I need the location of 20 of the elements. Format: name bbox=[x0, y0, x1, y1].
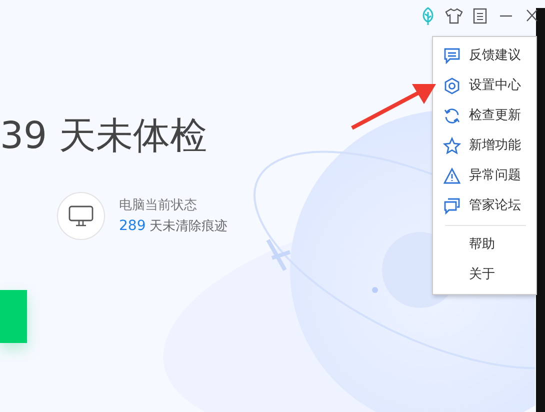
monitor-icon bbox=[68, 205, 94, 227]
menu-item[interactable]: 帮助 bbox=[433, 230, 536, 260]
star-icon bbox=[443, 137, 461, 155]
days-count: 289 bbox=[119, 216, 146, 236]
warning-icon bbox=[443, 167, 461, 185]
shirt-icon[interactable] bbox=[444, 6, 464, 26]
chat-icon bbox=[443, 197, 461, 215]
menu-item[interactable]: 反馈建议 bbox=[433, 41, 536, 71]
unchecked-days-title: 39 天未体检 bbox=[0, 114, 207, 158]
menu-item[interactable]: 关于 bbox=[433, 260, 536, 290]
menu-item[interactable]: 设置中心 bbox=[433, 71, 536, 101]
menu-item[interactable]: 管家论坛 bbox=[433, 191, 536, 221]
settings-icon bbox=[443, 77, 461, 95]
menu-item[interactable]: 检查更新 bbox=[433, 101, 536, 131]
status-text: 天未清除痕迹 bbox=[150, 218, 228, 236]
menu-item[interactable]: 新增功能 bbox=[433, 131, 536, 161]
status-label: 电脑当前状态 bbox=[119, 196, 198, 214]
menu-item[interactable]: 异常问题 bbox=[433, 161, 536, 191]
refresh-icon bbox=[443, 107, 461, 125]
comment-icon bbox=[443, 47, 461, 65]
